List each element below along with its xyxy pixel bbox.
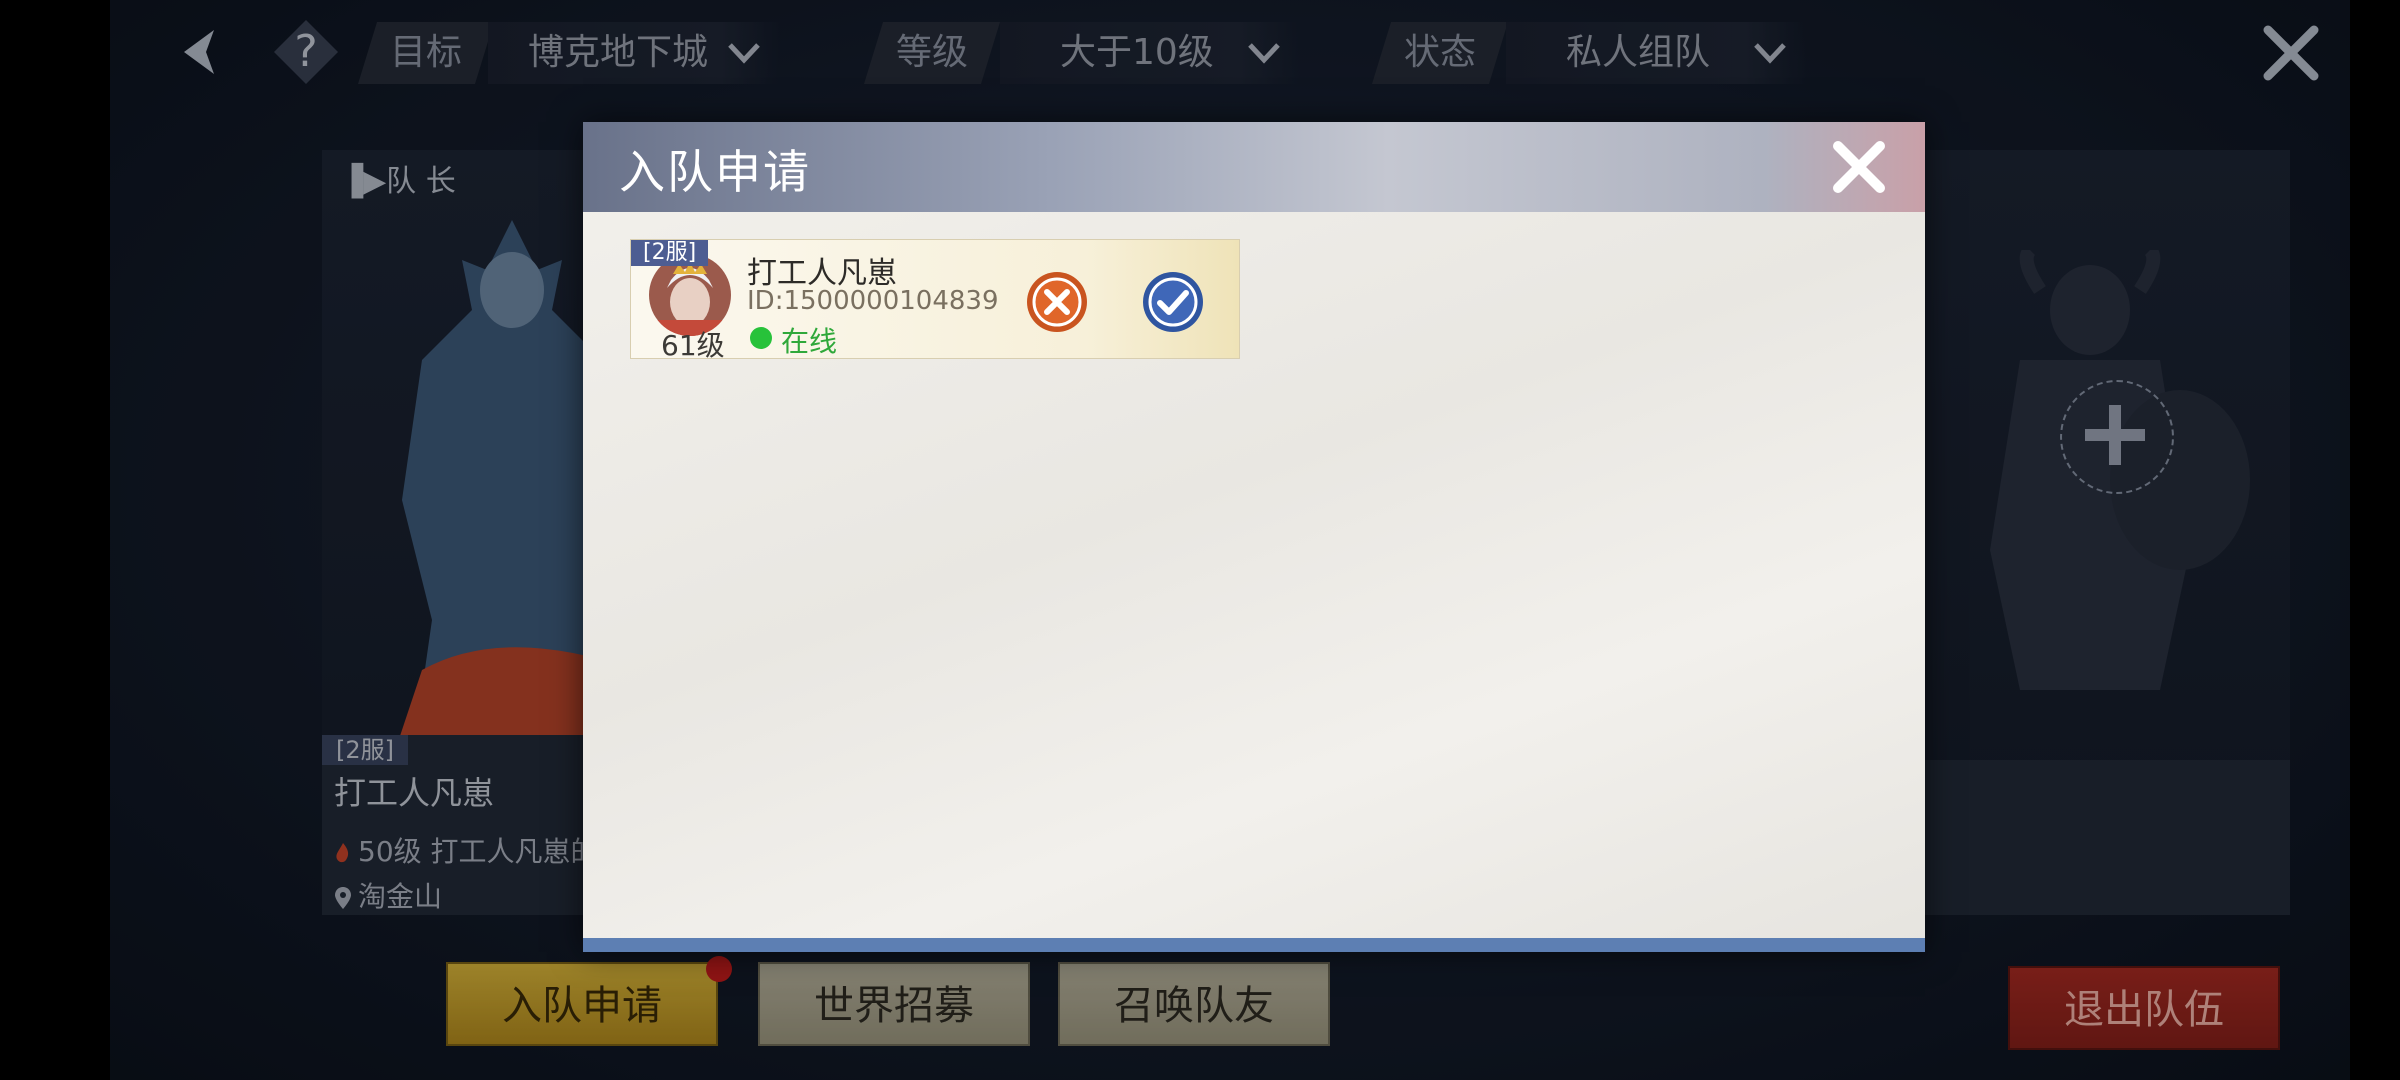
close-icon[interactable]	[1828, 136, 1890, 198]
applicant-row: [2服] 61级 打工人凡崽 ID:1500000104839 在线	[630, 239, 1240, 362]
applicant-server-tag: [2服]	[631, 240, 709, 266]
dialog-footer-bar	[583, 938, 1925, 952]
join-requests-dialog: 入队申请 [2服] 61级 打工人凡崽 ID:1500000104839 在线	[583, 122, 1925, 952]
applicant-id: ID:1500000104839	[747, 286, 999, 316]
applicant-level: 61级	[661, 329, 725, 362]
online-status: 在线	[781, 325, 838, 358]
screen: ? 目标 博克地下城 等级 大于10级 状态 私人组队 ▐▶队 长 [2服] 打…	[0, 0, 2400, 1080]
dialog-title: 入队申请	[619, 145, 811, 199]
accept-button[interactable]	[1141, 270, 1205, 334]
reject-button[interactable]	[1025, 270, 1089, 334]
dialog-header: 入队申请	[583, 122, 1925, 212]
online-status-dot	[750, 327, 772, 349]
